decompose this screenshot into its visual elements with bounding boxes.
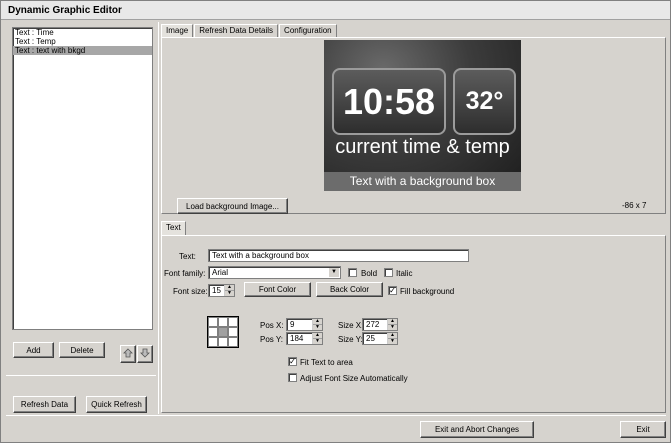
exit-button[interactable]: Exit bbox=[620, 421, 666, 438]
pos-x-label: Pos X: bbox=[260, 321, 284, 330]
size-y-value: 25 bbox=[366, 334, 375, 343]
fill-background-label: Fill background bbox=[400, 287, 455, 296]
pos-x-value: 9 bbox=[290, 320, 295, 329]
font-color-button[interactable]: Font Color bbox=[244, 282, 311, 297]
coordinate-readout: -86 x 7 bbox=[622, 201, 647, 210]
font-size-stepper[interactable]: 15 ▲ ▼ bbox=[208, 284, 235, 297]
size-x-stepper[interactable]: 272 ▲ ▼ bbox=[362, 318, 398, 331]
anchor-cell[interactable] bbox=[228, 327, 238, 337]
adjust-font-size-label: Adjust Font Size Automatically bbox=[300, 374, 408, 383]
load-background-button[interactable]: Load background Image... bbox=[177, 198, 288, 214]
fit-text-checkbox[interactable]: ✓ bbox=[288, 357, 297, 366]
size-y-label: Size Y: bbox=[338, 335, 363, 344]
refresh-data-button[interactable]: Refresh Data bbox=[13, 396, 76, 413]
adjust-font-size-checkbox[interactable] bbox=[288, 373, 297, 382]
pos-y-spin[interactable]: ▲ ▼ bbox=[312, 333, 322, 344]
footer-separator bbox=[6, 415, 666, 416]
anchor-cell[interactable] bbox=[218, 317, 228, 327]
tab-configuration[interactable]: Configuration bbox=[279, 24, 337, 37]
move-down-button[interactable] bbox=[137, 345, 153, 363]
element-list[interactable]: Text : Time Text : Temp Text : text with… bbox=[12, 27, 153, 330]
text-label: Text: bbox=[179, 252, 196, 261]
pos-y-label: Pos Y: bbox=[260, 335, 283, 344]
fit-text-label: Fit Text to area bbox=[300, 358, 353, 367]
temp-tile: 32° bbox=[453, 68, 516, 135]
size-x-spin[interactable]: ▲ ▼ bbox=[387, 319, 397, 330]
font-size-spin[interactable]: ▲ ▼ bbox=[224, 285, 234, 296]
top-tab-strip: Image Refresh Data Details Configuration bbox=[161, 24, 338, 38]
pos-y-stepper[interactable]: 184 ▲ ▼ bbox=[286, 332, 323, 345]
tab-image[interactable]: Image bbox=[161, 24, 194, 38]
size-x-value: 272 bbox=[366, 320, 380, 329]
pos-x-spin[interactable]: ▲ ▼ bbox=[312, 319, 322, 330]
anchor-cell[interactable] bbox=[218, 337, 228, 347]
back-color-button[interactable]: Back Color bbox=[316, 282, 383, 297]
arrow-up-icon bbox=[123, 348, 133, 360]
add-button[interactable]: Add bbox=[13, 342, 54, 358]
font-size-label: Font size: bbox=[173, 287, 208, 296]
font-family-label: Font family: bbox=[164, 269, 206, 278]
text-tab-strip: Text bbox=[161, 221, 187, 235]
time-tile: 10:58 bbox=[332, 68, 446, 135]
left-separator bbox=[6, 375, 156, 376]
list-item-temp[interactable]: Text : Temp bbox=[13, 37, 152, 46]
anchor-grid[interactable] bbox=[207, 316, 239, 348]
anchor-cell[interactable] bbox=[228, 337, 238, 347]
anchor-cell[interactable] bbox=[228, 317, 238, 327]
window-title: Dynamic Graphic Editor bbox=[1, 1, 670, 20]
anchor-cell[interactable] bbox=[208, 327, 218, 337]
italic-label: Italic bbox=[396, 269, 413, 278]
preview-caption: current time & temp bbox=[335, 136, 510, 158]
quick-refresh-button[interactable]: Quick Refresh bbox=[86, 396, 147, 413]
size-y-stepper[interactable]: 25 ▲ ▼ bbox=[362, 332, 398, 345]
delete-button[interactable]: Delete bbox=[59, 342, 105, 358]
anchor-cell[interactable] bbox=[208, 317, 218, 327]
font-size-value: 15 bbox=[212, 286, 221, 295]
italic-checkbox[interactable] bbox=[384, 268, 393, 277]
preview-box-text: Text with a background box bbox=[324, 172, 521, 191]
bold-label: Bold bbox=[361, 269, 378, 278]
tab-text[interactable]: Text bbox=[161, 221, 186, 235]
move-up-button[interactable] bbox=[120, 345, 136, 363]
size-x-label: Size X: bbox=[338, 321, 364, 330]
font-family-select[interactable]: Arial ▼ bbox=[208, 266, 341, 279]
size-y-spin[interactable]: ▲ ▼ bbox=[387, 333, 397, 344]
preview-image: 10:58 32° current time & temp Text with … bbox=[324, 40, 521, 191]
arrow-down-icon bbox=[140, 348, 150, 360]
fill-background-checkbox[interactable]: ✓ bbox=[388, 286, 397, 295]
font-family-value: Arial bbox=[212, 268, 229, 277]
chevron-down-icon[interactable]: ▼ bbox=[329, 268, 339, 277]
list-item-time[interactable]: Text : Time bbox=[13, 28, 152, 37]
anchor-cell-selected[interactable] bbox=[218, 327, 228, 337]
pos-y-value: 184 bbox=[290, 334, 304, 343]
exit-and-abort-button[interactable]: Exit and Abort Changes bbox=[420, 421, 534, 438]
vertical-separator bbox=[158, 22, 159, 414]
tab-refresh-data-details[interactable]: Refresh Data Details bbox=[194, 24, 279, 37]
text-input[interactable]: Text with a background box bbox=[208, 249, 469, 262]
bold-checkbox[interactable] bbox=[348, 268, 357, 277]
pos-x-stepper[interactable]: 9 ▲ ▼ bbox=[286, 318, 323, 331]
anchor-cell[interactable] bbox=[208, 337, 218, 347]
list-item-text-with-bkgd[interactable]: Text : text with bkgd bbox=[13, 46, 152, 55]
